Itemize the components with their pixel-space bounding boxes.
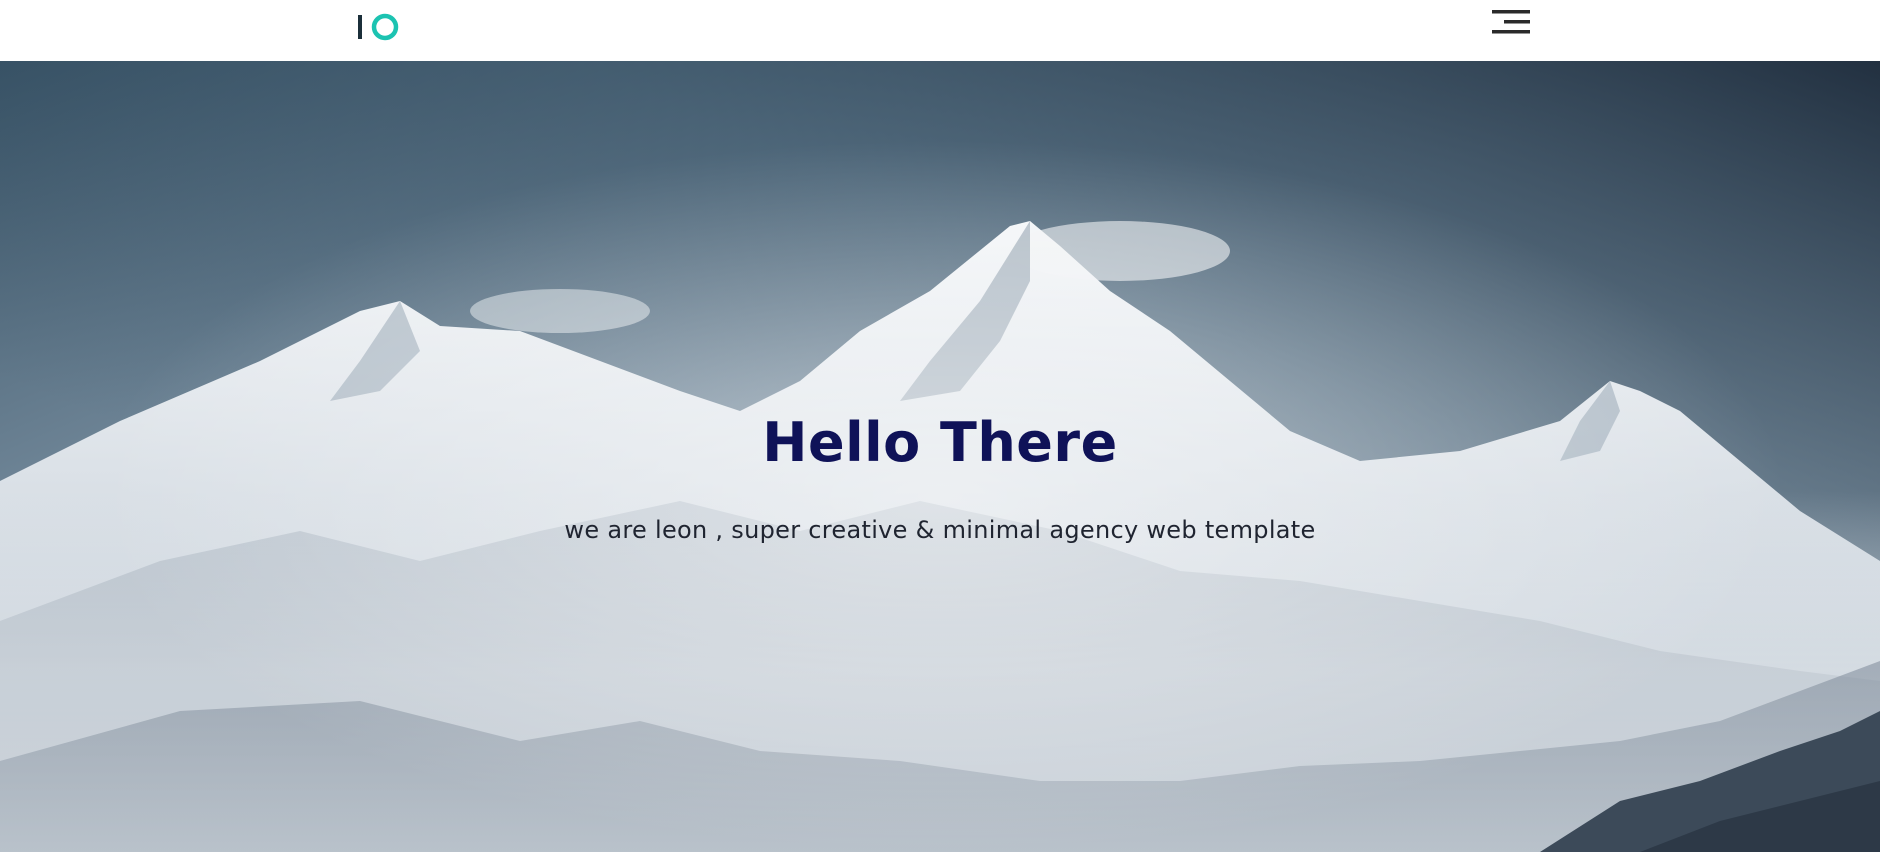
top-navbar bbox=[0, 0, 1880, 61]
hero-section: Hello There we are leon , super creative… bbox=[0, 61, 1880, 852]
site-logo[interactable] bbox=[356, 12, 400, 42]
hamburger-menu-icon bbox=[1492, 10, 1530, 34]
menu-toggle-button[interactable] bbox=[1490, 8, 1530, 38]
hero-title: Hello There bbox=[762, 411, 1118, 474]
hero-subtitle: we are leon , super creative & minimal a… bbox=[564, 516, 1316, 544]
io-logo-icon bbox=[358, 13, 399, 41]
